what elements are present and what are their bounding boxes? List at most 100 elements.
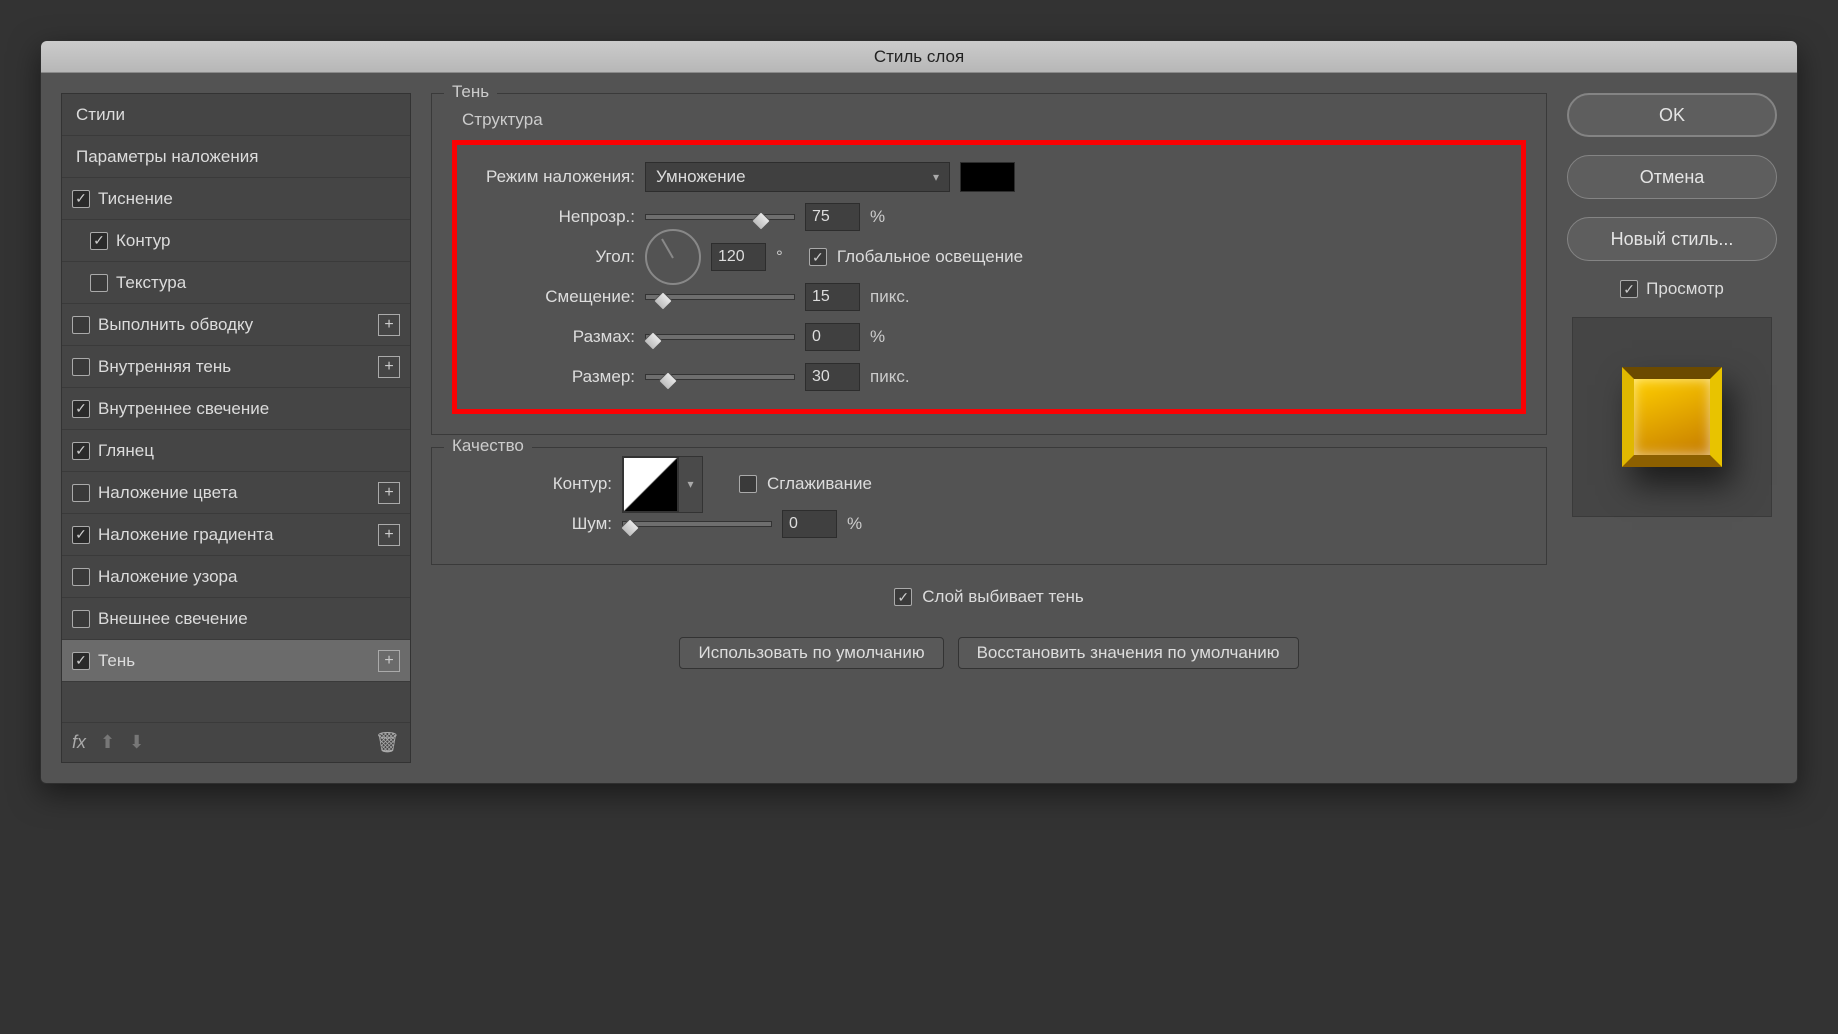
- cancel-button[interactable]: Отмена: [1567, 155, 1777, 199]
- preview-render: [1622, 367, 1722, 467]
- angle-input[interactable]: [711, 243, 766, 271]
- opacity-label: Непрозр.:: [475, 207, 635, 227]
- spread-slider[interactable]: [645, 334, 795, 340]
- effect-checkbox[interactable]: [72, 190, 90, 208]
- sidebar-item[interactable]: Наложение узора: [62, 556, 410, 598]
- antialias-checkbox[interactable]: [739, 475, 757, 493]
- effect-checkbox[interactable]: [72, 442, 90, 460]
- sidebar-item[interactable]: Внешнее свечение: [62, 598, 410, 640]
- right-panel: OK Отмена Новый стиль... Просмотр: [1567, 93, 1777, 763]
- percent-unit: %: [847, 514, 862, 534]
- preview-thumbnail: [1572, 317, 1772, 517]
- add-effect-icon[interactable]: +: [378, 482, 400, 504]
- effect-checkbox[interactable]: [72, 568, 90, 586]
- spread-input[interactable]: [805, 323, 860, 351]
- add-effect-icon[interactable]: +: [378, 356, 400, 378]
- knockout-label: Слой выбивает тень: [922, 587, 1084, 607]
- sidebar-item[interactable]: Наложение градиента +: [62, 514, 410, 556]
- sidebar-item-label: Внутреннее свечение: [98, 399, 269, 419]
- opacity-input[interactable]: [805, 203, 860, 231]
- effect-checkbox[interactable]: [72, 526, 90, 544]
- opacity-slider[interactable]: [645, 214, 795, 220]
- add-effect-icon[interactable]: +: [378, 524, 400, 546]
- contour-label: Контур:: [452, 474, 612, 494]
- add-effect-icon[interactable]: +: [378, 314, 400, 336]
- sidebar-item[interactable]: Контур: [62, 220, 410, 262]
- percent-unit: %: [870, 207, 885, 227]
- shadow-color-swatch[interactable]: [960, 162, 1015, 192]
- effect-checkbox[interactable]: [72, 400, 90, 418]
- group-title-quality: Качество: [444, 436, 532, 456]
- sidebar-item[interactable]: Внутренняя тень +: [62, 346, 410, 388]
- quality-group: Качество Контур: ▾ Сглаживание Шум: %: [431, 447, 1547, 565]
- sidebar-item-label: Контур: [116, 231, 171, 251]
- sidebar-item-label: Параметры наложения: [76, 147, 258, 167]
- noise-slider[interactable]: [622, 521, 772, 527]
- effect-checkbox[interactable]: [72, 316, 90, 334]
- preview-toggle[interactable]: Просмотр: [1620, 279, 1724, 299]
- make-default-button[interactable]: Использовать по умолчанию: [679, 637, 943, 669]
- size-label: Размер:: [475, 367, 635, 387]
- percent-unit: %: [870, 327, 885, 347]
- global-light-label: Глобальное освещение: [837, 247, 1023, 267]
- size-slider[interactable]: [645, 374, 795, 380]
- blend-mode-value: Умножение: [656, 167, 746, 187]
- sidebar-item[interactable]: Параметры наложения: [62, 136, 410, 178]
- reset-default-button[interactable]: Восстановить значения по умолчанию: [958, 637, 1299, 669]
- sidebar-item[interactable]: Наложение цвета +: [62, 472, 410, 514]
- sidebar-item-label: Текстура: [116, 273, 186, 293]
- sidebar-item-label: Внешнее свечение: [98, 609, 248, 629]
- chevron-down-icon: ▾: [933, 170, 939, 184]
- main-panel: Тень Структура Режим наложения: Умножени…: [431, 93, 1547, 763]
- sidebar-item-label: Стили: [76, 105, 125, 125]
- size-input[interactable]: [805, 363, 860, 391]
- title-bar: Стиль слоя: [41, 41, 1797, 73]
- degree-unit: °: [776, 247, 783, 267]
- effect-checkbox[interactable]: [72, 358, 90, 376]
- contour-dropdown-btn[interactable]: ▾: [678, 457, 702, 512]
- sidebar-item-label: Выполнить обводку: [98, 315, 253, 335]
- ok-button[interactable]: OK: [1567, 93, 1777, 137]
- preview-label: Просмотр: [1646, 279, 1724, 299]
- blend-mode-dropdown[interactable]: Умножение ▾: [645, 162, 950, 192]
- preview-checkbox[interactable]: [1620, 280, 1638, 298]
- effect-checkbox[interactable]: [90, 274, 108, 292]
- angle-dial[interactable]: [645, 229, 701, 285]
- effect-checkbox[interactable]: [72, 484, 90, 502]
- sidebar-item-label: Глянец: [98, 441, 154, 461]
- sidebar-item[interactable]: Выполнить обводку +: [62, 304, 410, 346]
- sidebar-item[interactable]: Тень+: [62, 640, 410, 682]
- contour-picker[interactable]: ▾: [622, 456, 703, 513]
- fx-icon[interactable]: fx: [72, 732, 86, 753]
- noise-input[interactable]: [782, 510, 837, 538]
- sidebar-item-label: Внутренняя тень: [98, 357, 231, 377]
- sidebar-item-label: Наложение цвета: [98, 483, 238, 503]
- sidebar-item[interactable]: Тиснение: [62, 178, 410, 220]
- sidebar-item[interactable]: Текстура: [62, 262, 410, 304]
- sidebar-item[interactable]: Глянец: [62, 430, 410, 472]
- effect-checkbox[interactable]: [72, 610, 90, 628]
- dialog-title: Стиль слоя: [874, 47, 964, 67]
- distance-input[interactable]: [805, 283, 860, 311]
- structure-subtitle: Структура: [462, 110, 1526, 130]
- group-title-shadow: Тень: [444, 82, 497, 102]
- sidebar-item-label: Наложение узора: [98, 567, 237, 587]
- trash-icon[interactable]: 🗑: [375, 730, 400, 755]
- add-effect-icon[interactable]: +: [378, 650, 400, 672]
- move-up-icon[interactable]: ⬆: [100, 732, 115, 753]
- effect-checkbox[interactable]: [72, 652, 90, 670]
- new-style-button[interactable]: Новый стиль...: [1567, 217, 1777, 261]
- move-down-icon[interactable]: ⬇: [129, 732, 144, 753]
- sidebar-item-label: Тиснение: [98, 189, 173, 209]
- distance-slider[interactable]: [645, 294, 795, 300]
- layer-style-dialog: Стиль слоя Стили Параметры наложения Тисне…: [40, 40, 1798, 784]
- knockout-checkbox[interactable]: [894, 588, 912, 606]
- sidebar-item[interactable]: Внутреннее свечение: [62, 388, 410, 430]
- effect-checkbox[interactable]: [90, 232, 108, 250]
- contour-swatch: [623, 457, 678, 512]
- noise-label: Шум:: [452, 514, 612, 534]
- global-light-checkbox[interactable]: [809, 248, 827, 266]
- sidebar-item-label: Наложение градиента: [98, 525, 273, 545]
- sidebar-item[interactable]: Стили: [62, 94, 410, 136]
- highlight-annotation: Режим наложения: Умножение ▾ Непрозр.: %: [452, 140, 1526, 414]
